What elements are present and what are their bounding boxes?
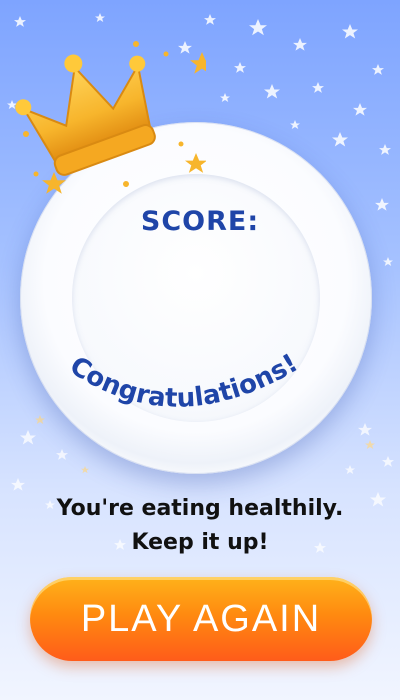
encouragement-message: You're eating healthily. Keep it up!: [0, 492, 400, 560]
crown-icon: [15, 41, 206, 194]
play-again-button[interactable]: PLAY AGAIN: [30, 577, 372, 661]
message-line-2: Keep it up!: [131, 530, 269, 555]
congratulations-textpath: Congratulations!: [64, 348, 303, 414]
congratulations-text: Congratulations!: [64, 348, 303, 414]
message-line-1: You're eating healthily.: [56, 496, 344, 521]
